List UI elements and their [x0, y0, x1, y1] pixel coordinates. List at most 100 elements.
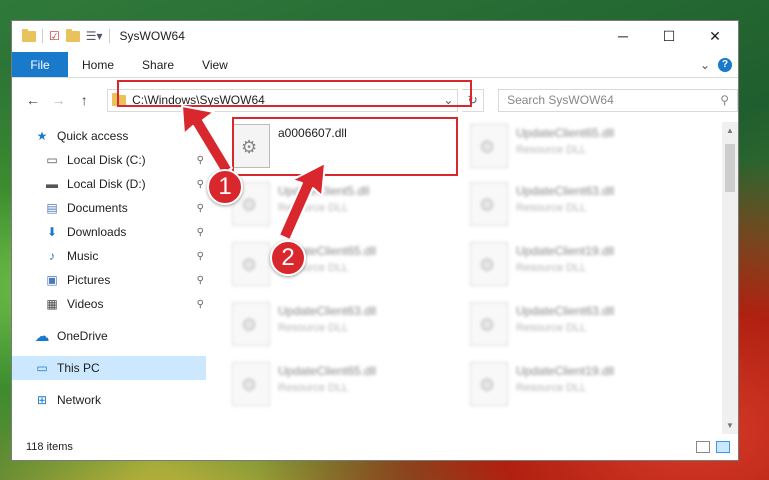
sidebar-item-videos[interactable]: ▦ Videos ⚲ [12, 292, 206, 316]
dll-file-icon [232, 302, 270, 346]
sidebar-item-label: Local Disk (D:) [67, 177, 146, 191]
ribbon-tabs: File Home Share View ⌄ ? [12, 52, 738, 78]
sidebar-item-documents[interactable]: ▤ Documents ⚲ [12, 196, 206, 220]
scroll-down-icon[interactable]: ▼ [722, 421, 738, 430]
sidebar-item-network[interactable]: ⊞ Network [12, 388, 206, 412]
file-item[interactable]: UpdateClient63.dll Resource DLL [470, 182, 700, 238]
dll-file-icon [470, 182, 508, 226]
file-type: Resource DLL [278, 382, 349, 394]
status-bar: 118 items [12, 434, 738, 460]
file-item[interactable]: UpdateClient65.dll Resource DLL [232, 362, 462, 418]
file-name: UpdateClient63.dll [516, 304, 615, 318]
sidebar-item-onedrive[interactable]: ☁ OneDrive [12, 324, 206, 348]
documents-icon: ▤ [46, 201, 58, 215]
file-item[interactable]: UpdateClient5.dll Resource DLL [232, 182, 462, 238]
maximize-button[interactable]: ☐ [646, 21, 692, 52]
back-button[interactable]: ← [22, 92, 44, 108]
tiles-view-button[interactable] [716, 441, 730, 453]
minimize-button[interactable]: ─ [600, 21, 646, 52]
tab-share[interactable]: Share [128, 52, 188, 77]
videos-icon: ▦ [46, 297, 58, 311]
file-name: UpdateClient63.dll [516, 184, 615, 198]
new-folder-icon[interactable] [65, 28, 80, 42]
properties-icon[interactable]: ☑ [49, 29, 60, 43]
file-item[interactable]: UpdateClient19.dll Resource DLL [470, 362, 700, 418]
sidebar-item-label: OneDrive [57, 329, 108, 343]
window-title: SysWOW64 [119, 29, 185, 43]
forward-button[interactable]: → [48, 92, 70, 108]
title-bar: ☑ ☰▾ SysWOW64 ─ ☐ ✕ [12, 21, 738, 52]
pin-icon: ⚲ [196, 226, 204, 238]
help-icon[interactable]: ? [718, 57, 732, 72]
file-item[interactable]: UpdateClient65.dllResource DLL [470, 124, 700, 180]
file-item[interactable]: UpdateClient19.dll Resource DLL [470, 242, 700, 298]
music-icon: ♪ [49, 249, 55, 263]
file-type: Resource DLL [516, 382, 587, 394]
search-icon: ⚲ [720, 93, 729, 107]
sidebar-item-local-disk-d[interactable]: ▬ Local Disk (D:) ⚲ [12, 172, 206, 196]
up-button[interactable]: ↑ [73, 92, 95, 108]
file-name: UpdateClient65.dll [516, 126, 615, 140]
address-highlight-box [117, 80, 472, 107]
sidebar-item-local-disk-c[interactable]: ▭ Local Disk (C:) ⚲ [12, 148, 206, 172]
file-item[interactable]: UpdateClient65.dllResource DLL [232, 242, 462, 298]
sidebar-item-label: Network [57, 393, 102, 407]
file-type: Resource DLL [278, 322, 349, 334]
downloads-icon: ⬇ [46, 225, 58, 239]
callout-badge-2: 2 [270, 240, 306, 276]
sidebar-item-label: Videos [67, 297, 104, 311]
dll-file-icon [232, 242, 270, 286]
file-name: UpdateClient19.dll [516, 364, 615, 378]
dll-file-icon [470, 242, 508, 286]
tab-view[interactable]: View [188, 52, 242, 77]
file-item[interactable]: UpdateClient63.dll Resource DLL [232, 302, 462, 358]
sidebar-item-this-pc[interactable]: ▭ This PC [12, 356, 206, 380]
item-count: 118 items [26, 441, 73, 453]
sidebar-item-pictures[interactable]: ▣ Pictures ⚲ [12, 268, 206, 292]
expand-ribbon-icon[interactable]: ⌄ [700, 58, 710, 72]
sidebar-item-label: This PC [57, 361, 100, 375]
sidebar-item-label: Local Disk (C:) [67, 153, 146, 167]
computer-icon: ▭ [36, 361, 48, 375]
network-icon: ⊞ [36, 393, 48, 407]
star-icon: ★ [36, 129, 48, 143]
file-name: UpdateClient63.dll [278, 304, 377, 318]
pin-icon: ⚲ [196, 154, 204, 166]
details-view-button[interactable] [696, 441, 710, 453]
search-input[interactable]: Search SysWOW64 ⚲ [498, 88, 738, 112]
dll-file-icon [470, 124, 508, 168]
callout-badge-1: 1 [207, 169, 243, 205]
vertical-scrollbar[interactable]: ▲ ▼ [722, 122, 738, 434]
close-button[interactable]: ✕ [692, 21, 738, 52]
sidebar-item-label: Pictures [67, 273, 111, 287]
navigation-pane: ★ Quick access ▭ Local Disk (C:) ⚲ ▬ Loc… [12, 122, 206, 434]
sidebar-item-music[interactable]: ♪ Music ⚲ [12, 244, 206, 268]
sidebar-item-label: Documents [67, 201, 128, 215]
file-name: UpdateClient5.dll [278, 184, 370, 198]
pin-icon: ⚲ [196, 298, 204, 310]
cloud-icon: ☁ [34, 328, 50, 345]
dll-file-icon [470, 362, 508, 406]
sidebar-item-label: Music [67, 249, 99, 263]
tab-home[interactable]: Home [68, 52, 128, 77]
file-type: Resource DLL [516, 262, 587, 274]
dll-file-icon [232, 362, 270, 406]
pin-icon: ⚲ [196, 250, 204, 262]
file-type: Resource DLL [516, 322, 587, 334]
pin-icon: ⚲ [196, 274, 204, 286]
scroll-up-icon[interactable]: ▲ [722, 126, 738, 135]
file-item[interactable]: UpdateClient63.dll Resource DLL [470, 302, 700, 358]
file-type: Resource DLL [516, 202, 587, 214]
pin-icon: ⚲ [196, 202, 204, 214]
scrollbar-thumb[interactable] [725, 144, 735, 192]
pin-icon: ⚲ [196, 178, 204, 190]
file-name: UpdateClient65.dll [278, 364, 377, 378]
view-options-icon[interactable]: ☰▾ [86, 29, 103, 43]
folder-icon [22, 28, 36, 42]
drive-icon: ▭ [46, 153, 58, 167]
sidebar-item-quick-access[interactable]: ★ Quick access [12, 124, 206, 148]
sidebar-item-label: Quick access [57, 129, 129, 143]
quick-access-toolbar: ☑ ☰▾ [22, 28, 110, 43]
tab-file[interactable]: File [12, 52, 68, 77]
sidebar-item-downloads[interactable]: ⬇ Downloads ⚲ [12, 220, 206, 244]
